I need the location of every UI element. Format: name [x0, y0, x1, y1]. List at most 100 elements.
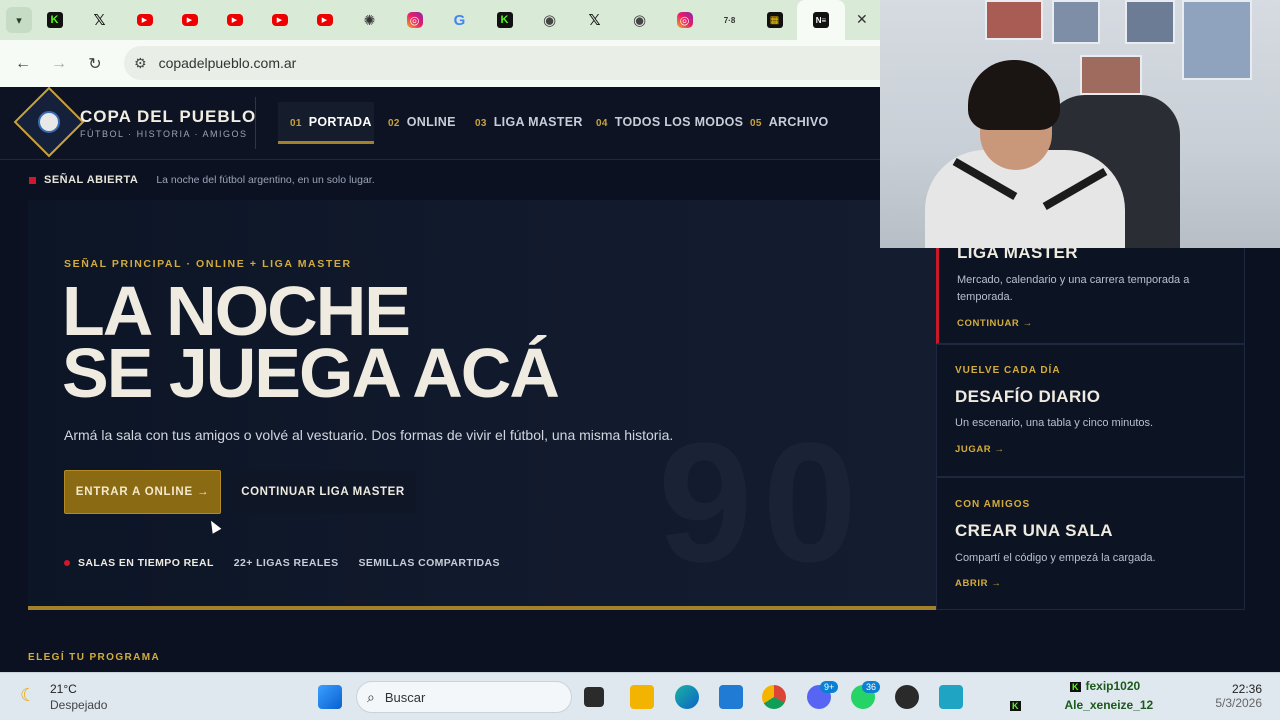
card-title: CREAR UNA SALA [955, 521, 1113, 540]
task-view-icon[interactable] [584, 687, 604, 707]
obs-icon[interactable] [895, 685, 919, 709]
nav-label: ARCHIVO [768, 115, 829, 129]
windows-start-icon[interactable] [318, 685, 342, 709]
live-dot-icon [64, 560, 70, 566]
nav-liga-master[interactable]: 03 LIGA MASTER [475, 115, 583, 129]
nav-number: 03 [475, 118, 487, 129]
card-desafio-diario[interactable]: VUELVE CADA DÍA DESAFÍO DIARIO Un escena… [936, 344, 1245, 477]
store-icon[interactable] [719, 685, 743, 709]
kick-icon: K [496, 12, 513, 28]
google-icon: G [453, 11, 466, 29]
file-explorer-icon[interactable] [630, 685, 654, 709]
hero-title-line2: SE JUEGA ACÁ [62, 334, 560, 412]
nav-online[interactable]: 02 ONLINE [388, 115, 456, 129]
tab-search-chevron-icon[interactable]: ▾ [6, 7, 32, 33]
nav-label: ONLINE [406, 115, 456, 129]
back-arrow-icon[interactable]: ← [5, 55, 41, 73]
tray-kick-user[interactable]: K Ale_xeneize_12 [1010, 698, 1153, 712]
tab-youtube[interactable]: ▶ [212, 0, 257, 40]
card-crear-sala[interactable]: CON AMIGOS CREAR UNA SALA Compartí el có… [936, 477, 1245, 610]
tab-google[interactable]: G [437, 0, 482, 40]
moon-weather-icon[interactable]: ☾ [20, 685, 42, 707]
browser-tab-strip: ▾ K 𝕏 ▶ ▶ ▶ ▶ ▶ ✺ ◎ G K ◉ 𝕏 ◉ ◎ 7·8 ▦ N≡… [0, 0, 880, 40]
tab-chatgpt[interactable]: ✺ [347, 0, 392, 40]
tab-news-active[interactable]: N≡ [797, 0, 845, 40]
tray-kick-user[interactable]: Kfexip1020 [1070, 679, 1140, 693]
tab-chrome[interactable]: ◉ [617, 0, 662, 40]
youtube-icon: ▶ [136, 14, 153, 26]
tab-instagram[interactable]: ◎ [662, 0, 707, 40]
wall-poster [985, 0, 1043, 40]
nav-archivo[interactable]: 05 ARCHIVO [750, 115, 828, 129]
live-dot-icon [29, 176, 36, 184]
card-kicker: CON AMIGOS [955, 499, 1031, 510]
tray-user-name: Ale_xeneize_12 [1064, 698, 1154, 712]
kick-icon: K [46, 12, 63, 28]
reload-icon[interactable]: ↻ [77, 54, 113, 74]
url-text[interactable]: copadelpueblo.com.ar [159, 55, 297, 71]
nav-number: 05 [750, 118, 762, 129]
forward-arrow-icon[interactable]: → [41, 55, 77, 73]
card-link-continuar[interactable]: CONTINUAR → [957, 318, 1033, 329]
weather-desc[interactable]: Despejado [50, 698, 107, 712]
hero-title-line1: LA NOCHE [62, 272, 411, 350]
football-icon [38, 111, 60, 133]
chrome-icon[interactable] [762, 685, 786, 709]
webcam-overlay [880, 0, 1280, 248]
grid-icon: ▦ [766, 12, 783, 28]
system-clock[interactable]: 22:36 5/3/2026 [1215, 682, 1262, 710]
edge-icon[interactable] [675, 685, 699, 709]
address-bar[interactable]: ⚙ copadelpueblo.com.ar [124, 46, 880, 80]
continue-liga-master-button[interactable]: CONTINUAR LIGA MASTER [230, 470, 416, 514]
enter-online-button[interactable]: ENTRAR A ONLINE → [64, 470, 221, 514]
card-link-jugar[interactable]: JUGAR → [955, 444, 1005, 455]
hero-title: LA NOCHE SE JUEGA ACÁ [62, 272, 560, 412]
site-info-icon[interactable]: ⚙ [134, 55, 147, 72]
tab-78[interactable]: 7·8 [707, 0, 752, 40]
brand-name[interactable]: COPA DEL PUEBLO [80, 107, 256, 127]
tray-user-name: fexip1020 [1085, 679, 1141, 693]
card-title: DESAFÍO DIARIO [955, 387, 1101, 406]
mouse-cursor-icon [206, 518, 222, 534]
78-icon: 7·8 [723, 15, 736, 25]
nav-todos-los-modos[interactable]: 04 TODOS LOS MODOS [596, 115, 743, 129]
tab-youtube[interactable]: ▶ [167, 0, 212, 40]
tab-kick[interactable]: K [482, 0, 527, 40]
tab-youtube[interactable]: ▶ [302, 0, 347, 40]
chatgpt-icon: ✺ [363, 11, 376, 28]
browser-toolbar: ← → ↻ ⚙ copadelpueblo.com.ar [0, 40, 880, 87]
youtube-icon: ▶ [271, 14, 288, 26]
news-icon: N≡ [813, 12, 829, 28]
notepad-icon[interactable] [939, 685, 963, 709]
nav-label: TODOS LOS MODOS [614, 115, 744, 129]
wall-poster [1052, 0, 1100, 44]
card-description: Un escenario, una tabla y cinco minutos. [955, 417, 1154, 429]
tab-x[interactable]: 𝕏 [77, 0, 122, 40]
close-tab-icon[interactable]: ✕ [856, 11, 868, 28]
discord-badge: 9+ [820, 681, 839, 693]
nav-portada[interactable]: 01 PORTADA [290, 115, 372, 129]
tab-grid[interactable]: ▦ [752, 0, 797, 40]
card-description: Compartí el código y empezá la cargada. [955, 552, 1156, 564]
card-link-abrir[interactable]: ABRIR → [955, 578, 1001, 589]
side-cards: LIGA MASTER Mercado, calendario y una ca… [936, 200, 1245, 610]
nav-number: 01 [290, 118, 302, 129]
tab-x[interactable]: 𝕏 [572, 0, 617, 40]
tab-youtube[interactable]: ▶ [122, 0, 167, 40]
weather-temp[interactable]: 21°C [50, 682, 77, 696]
card-kicker: VUELVE CADA DÍA [955, 365, 1061, 376]
hero-watermark: 90 [658, 408, 868, 598]
kick-icon: K [1010, 701, 1021, 711]
windows-taskbar: ☾ 21°C Despejado ⌕ Buscar 9+ 36 Kfexip10… [0, 672, 1280, 720]
x-icon: 𝕏 [588, 12, 601, 29]
tab-instagram[interactable]: ◎ [392, 0, 437, 40]
wall-poster [1125, 0, 1175, 44]
tab-youtube[interactable]: ▶ [257, 0, 302, 40]
chrome-icon: ◉ [542, 12, 557, 29]
hero-features: SALAS EN TIEMPO REAL 22+ LIGAS REALES SE… [64, 557, 520, 569]
tab-chrome[interactable]: ◉ [527, 0, 572, 40]
instagram-icon: ◎ [406, 12, 423, 28]
tab-kick[interactable]: K [32, 0, 77, 40]
feature-chip: SALAS EN TIEMPO REAL [78, 557, 214, 569]
taskbar-search[interactable]: ⌕ Buscar [356, 681, 572, 713]
